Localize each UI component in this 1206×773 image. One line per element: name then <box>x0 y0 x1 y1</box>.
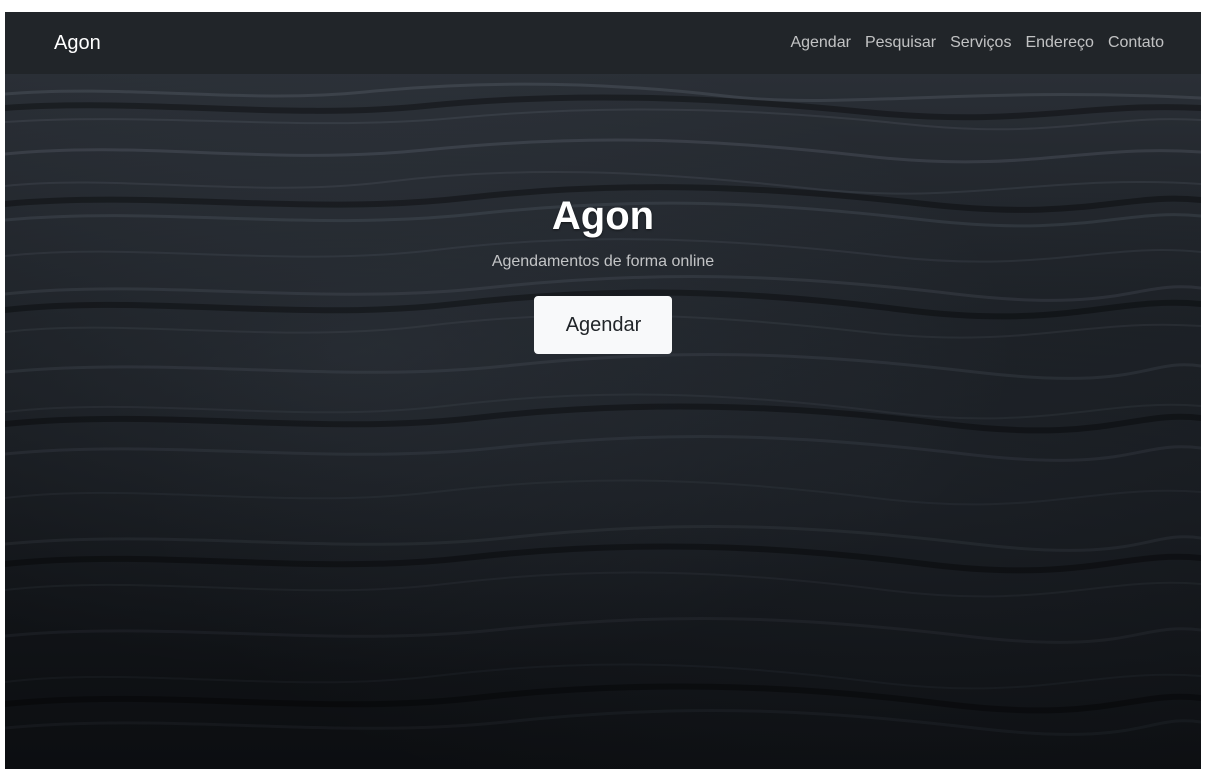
nav-links: Agendar Pesquisar Serviços Endereço Cont… <box>790 35 1164 51</box>
navbar: Agon Agendar Pesquisar Serviços Endereço… <box>5 12 1201 74</box>
hero-content: Agon Agendamentos de forma online Agenda… <box>5 192 1201 354</box>
browser-viewport: Agon Agendar Pesquisar Serviços Endereço… <box>5 12 1201 769</box>
nav-link-pesquisar[interactable]: Pesquisar <box>865 35 936 51</box>
nav-link-agendar[interactable]: Agendar <box>790 35 851 51</box>
nav-link-endereco[interactable]: Endereço <box>1025 35 1094 51</box>
nav-link-contato[interactable]: Contato <box>1108 35 1164 51</box>
ocean-background-image <box>5 82 1201 736</box>
hero-section: Agon Agendamentos de forma online Agenda… <box>5 74 1201 769</box>
hero-title: Agon <box>551 194 655 238</box>
brand-link[interactable]: Agon <box>54 33 101 53</box>
hero-subtitle: Agendamentos de forma online <box>491 253 715 270</box>
agendar-button[interactable]: Agendar <box>533 296 673 354</box>
nav-link-servicos[interactable]: Serviços <box>950 35 1011 51</box>
